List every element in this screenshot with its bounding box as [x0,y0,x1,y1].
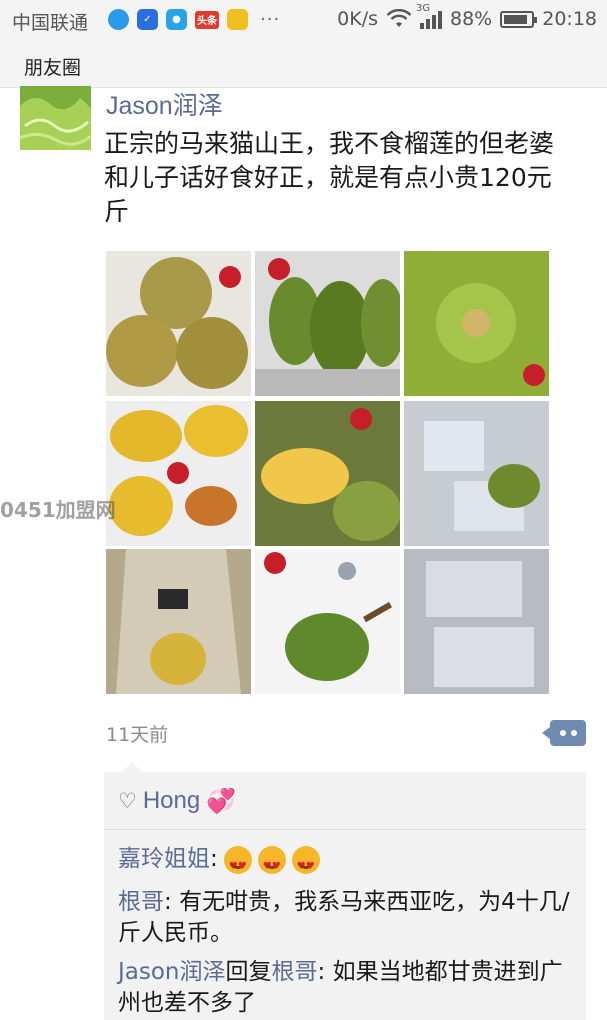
photo-1[interactable] [106,251,251,396]
post-text: 正宗的马来猫山王，我不食榴莲的但老婆和儿子话好食好正，就是有点小贵120元斤 [104,129,555,226]
comment-separator: : [210,846,218,872]
network-type: 3G [416,3,431,14]
qq-browser-icon [108,9,129,30]
comment-item[interactable]: Jason润泽回复根哥: 如果当地都甘贵进到广州也差不多了 [104,957,586,1019]
heart-eyes-emoji-icon [291,845,320,882]
comments-section: ♡ Hong 💞 嘉玲姐姐: 根哥: 有无咁贵，我系马来西亚吃，为4十几/斤人民… [104,762,586,1020]
notification-icons: ✓ ● 头条 ··· [108,9,280,30]
photo-5[interactable] [255,401,400,546]
comment-author[interactable]: Jason润泽 [118,959,226,985]
comment-separator: : [317,959,333,985]
likes-row: ♡ Hong 💞 [104,772,586,830]
chat-icon: ● [166,9,187,30]
battery-icon [500,10,538,28]
signal-icon: 3G [416,3,442,29]
nav-bar: 朋友圈 [0,44,607,88]
page-title[interactable]: 朋友圈 [24,53,81,80]
pig-icon [227,9,248,30]
watermark: 0451加盟网 [0,498,116,522]
like-user[interactable]: Hong [143,787,200,815]
photo-3[interactable] [404,251,549,396]
heart-eyes-emoji-icon [257,845,286,882]
avatar[interactable] [20,86,91,150]
post-timestamp: 11天前 [106,724,169,746]
comment-item[interactable]: 嘉玲姐姐: [104,844,586,882]
photo-6[interactable] [404,401,549,546]
reply-word: 回复 [225,959,272,985]
more-notifications-icon: ··· [260,9,281,30]
photo-7[interactable] [106,549,251,694]
photo-grid [106,251,550,694]
clock: 20:18 [542,8,597,30]
heart-emoji: 💞 [206,786,237,815]
photo-4[interactable] [106,401,251,546]
heart-eyes-emoji-icon [223,845,252,882]
wifi-icon [386,9,412,27]
comment-item[interactable]: 根哥: 有无咁贵，我系马来西亚吃，为4十几/斤人民币。 [104,887,586,949]
photo-2[interactable] [255,251,400,396]
photo-9[interactable] [404,549,549,694]
comment-like-button[interactable] [542,720,586,746]
reply-target[interactable]: 根哥 [272,959,318,985]
photo-8[interactable] [255,549,400,694]
toutiao-icon: 头条 [195,10,219,29]
carrier-name: 中国联通 [12,12,89,34]
comment-separator: : [164,889,180,915]
comment-author[interactable]: 根哥 [118,889,164,915]
post-author[interactable]: Jason润泽 [106,86,223,122]
dot-icon [570,730,577,736]
battery-percent: 88% [450,8,493,30]
status-bar: 中国联通 ✓ ● 头条 ··· 0K/s 3G 88% 20:18 [0,0,607,44]
shield-icon: ✓ [137,9,158,30]
dot-icon [559,730,566,736]
heart-outline-icon: ♡ [118,788,137,813]
comment-text: 有无咁贵，我系马来西亚吃，为4十几/斤人民币。 [118,889,570,946]
comment-author[interactable]: 嘉玲姐姐 [118,844,210,875]
network-speed: 0K/s [337,8,378,30]
